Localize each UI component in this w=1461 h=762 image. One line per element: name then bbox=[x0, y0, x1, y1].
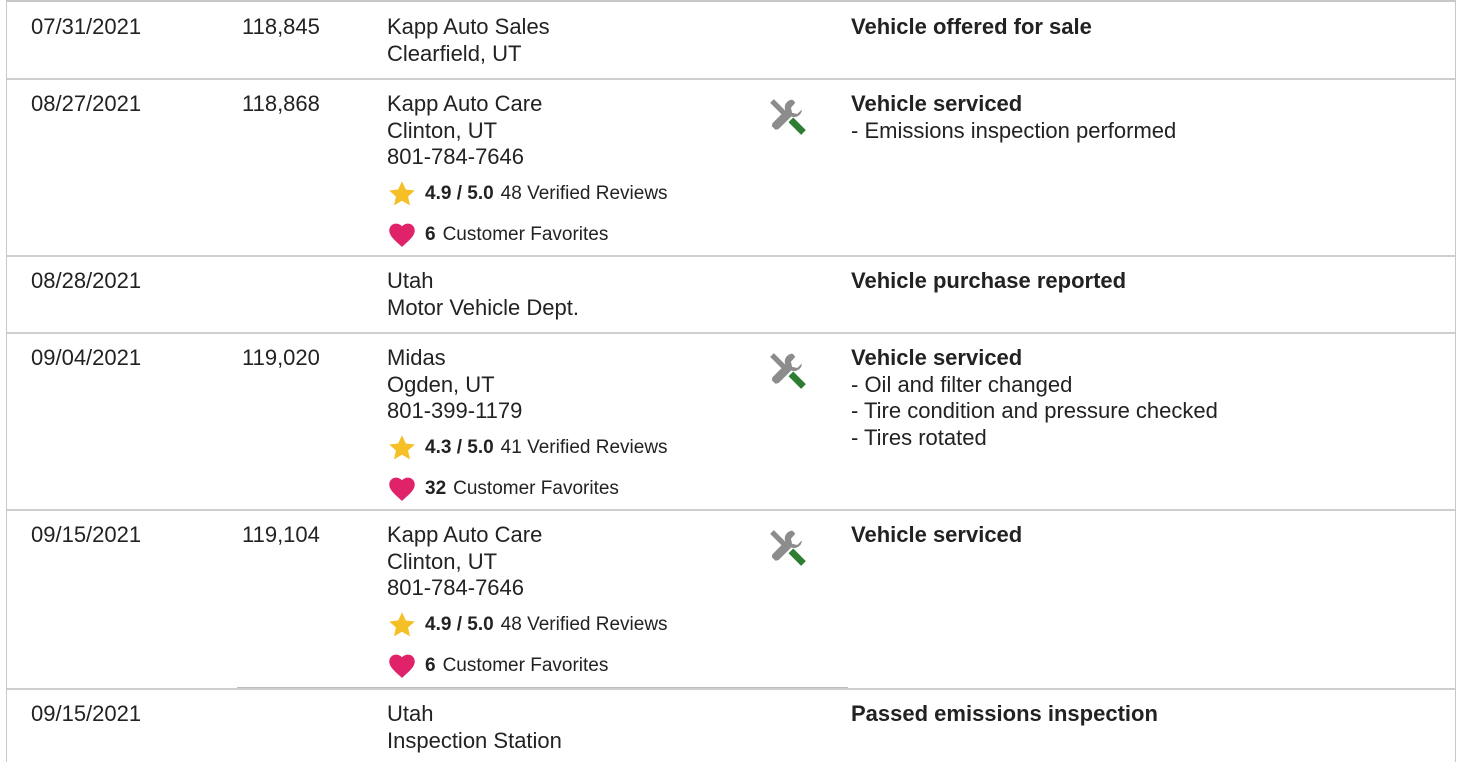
record-comments: Vehicle serviced bbox=[851, 522, 1022, 549]
table-row: 07/31/2021 118,845 Kapp Auto Sales Clear… bbox=[7, 0, 1455, 80]
heart-icon bbox=[389, 654, 415, 678]
source-location: Clinton, UT bbox=[387, 548, 498, 574]
customer-favorites: 6 Customer Favorites bbox=[387, 651, 668, 681]
record-date: 09/04/2021 bbox=[31, 345, 142, 370]
source-location: Clearfield, UT bbox=[387, 40, 522, 66]
event-detail: - Oil and filter changed bbox=[851, 371, 1073, 397]
record-comments: Vehicle serviced - Oil and filter change… bbox=[851, 345, 1218, 451]
star-icon bbox=[389, 611, 415, 636]
heart-icon bbox=[389, 477, 415, 501]
rating-reviews[interactable]: 41 Verified Reviews bbox=[501, 436, 668, 460]
rating-score: 4.9 / 5.0 bbox=[425, 182, 494, 204]
event-title: Vehicle serviced bbox=[851, 522, 1023, 547]
source-phone[interactable]: 801-784-7646 bbox=[387, 575, 668, 602]
record-date: 09/15/2021 bbox=[31, 522, 142, 547]
favorites-count: 6 bbox=[425, 223, 436, 245]
event-detail: - Tires rotated bbox=[851, 424, 987, 450]
event-detail: - Emissions inspection performed bbox=[851, 117, 1177, 143]
source-name: Kapp Auto Sales bbox=[387, 14, 550, 39]
record-date: 08/27/2021 bbox=[31, 91, 142, 116]
favorites-count: 32 bbox=[425, 477, 447, 499]
source-name[interactable]: Midas bbox=[387, 345, 668, 372]
source-location: Ogden, UT bbox=[387, 371, 495, 397]
star-icon bbox=[389, 434, 415, 459]
table-row: 09/04/2021 119,020 Midas Ogden, UT 801-3… bbox=[7, 334, 1455, 511]
record-source: Kapp Auto Care Clinton, UT 801-784-7646 … bbox=[387, 522, 668, 681]
event-detail: - Tire condition and pressure checked bbox=[851, 398, 1218, 423]
wrench-screwdriver-icon bbox=[770, 99, 806, 135]
record-mileage: 118,845 bbox=[242, 14, 320, 39]
shop-rating[interactable]: 4.9 / 5.0 48 Verified Reviews bbox=[387, 179, 668, 209]
favorites-label: Customer Favorites bbox=[442, 223, 609, 245]
record-source: Utah Inspection Station bbox=[387, 701, 562, 754]
record-comments: Vehicle purchase reported bbox=[851, 268, 1126, 295]
record-mileage: 119,104 bbox=[242, 522, 320, 547]
source-location: Motor Vehicle Dept. bbox=[387, 294, 579, 320]
table-row: 08/28/2021 Utah Motor Vehicle Dept. Vehi… bbox=[7, 257, 1455, 334]
source-phone[interactable]: 801-399-1179 bbox=[387, 398, 668, 425]
table-row: 08/27/2021 118,868 Kapp Auto Care Clinto… bbox=[7, 80, 1455, 257]
record-date: 08/28/2021 bbox=[31, 268, 142, 293]
record-comments: Vehicle offered for sale bbox=[851, 14, 1092, 41]
record-date: 09/15/2021 bbox=[31, 701, 142, 726]
heart-icon bbox=[389, 223, 415, 247]
favorites-label: Customer Favorites bbox=[453, 477, 619, 499]
shop-rating[interactable]: 4.9 / 5.0 48 Verified Reviews bbox=[387, 610, 668, 640]
favorites-label: Customer Favorites bbox=[442, 654, 609, 676]
record-date: 07/31/2021 bbox=[31, 14, 142, 39]
customer-favorites: 6 Customer Favorites bbox=[387, 220, 668, 250]
source-location: Clinton, UT bbox=[387, 117, 498, 143]
rating-score: 4.3 / 5.0 bbox=[425, 436, 494, 458]
source-name: Utah bbox=[387, 268, 434, 293]
record-source: Midas Ogden, UT 801-399-1179 4.3 / 5.0 4… bbox=[387, 345, 668, 504]
record-comments: Vehicle serviced - Emissions inspection … bbox=[851, 91, 1176, 144]
favorites-count: 6 bbox=[425, 654, 436, 676]
wrench-screwdriver-icon bbox=[770, 353, 806, 389]
table-row: 09/15/2021 Utah Inspection Station Passe… bbox=[7, 688, 1455, 762]
event-title: Vehicle serviced bbox=[851, 91, 1023, 116]
rating-reviews[interactable]: 48 Verified Reviews bbox=[501, 182, 668, 206]
rating-score: 4.9 / 5.0 bbox=[425, 613, 494, 635]
record-mileage: 119,020 bbox=[242, 345, 320, 370]
source-name[interactable]: Kapp Auto Care bbox=[387, 91, 668, 118]
event-title: Vehicle serviced bbox=[851, 345, 1023, 370]
source-name[interactable]: Kapp Auto Care bbox=[387, 522, 668, 549]
record-source: Kapp Auto Care Clinton, UT 801-784-7646 … bbox=[387, 91, 668, 250]
shop-rating[interactable]: 4.3 / 5.0 41 Verified Reviews bbox=[387, 433, 668, 463]
event-title: Vehicle purchase reported bbox=[851, 268, 1127, 293]
wrench-screwdriver-icon bbox=[770, 530, 806, 566]
rating-reviews[interactable]: 48 Verified Reviews bbox=[501, 613, 668, 637]
source-location: Inspection Station bbox=[387, 727, 562, 753]
star-icon bbox=[389, 180, 415, 205]
customer-favorites: 32 Customer Favorites bbox=[387, 474, 668, 504]
record-source: Kapp Auto Sales Clearfield, UT bbox=[387, 14, 550, 67]
source-name: Utah bbox=[387, 701, 434, 726]
record-source: Utah Motor Vehicle Dept. bbox=[387, 268, 579, 321]
source-phone[interactable]: 801-784-7646 bbox=[387, 144, 668, 171]
event-title: Vehicle offered for sale bbox=[851, 14, 1092, 39]
table-row: 09/15/2021 119,104 Kapp Auto Care Clinto… bbox=[7, 511, 1455, 688]
vehicle-history-table: 07/31/2021 118,845 Kapp Auto Sales Clear… bbox=[6, 0, 1456, 762]
event-title: Passed emissions inspection bbox=[851, 701, 1158, 726]
record-comments: Passed emissions inspection bbox=[851, 701, 1158, 728]
record-mileage: 118,868 bbox=[242, 91, 320, 116]
